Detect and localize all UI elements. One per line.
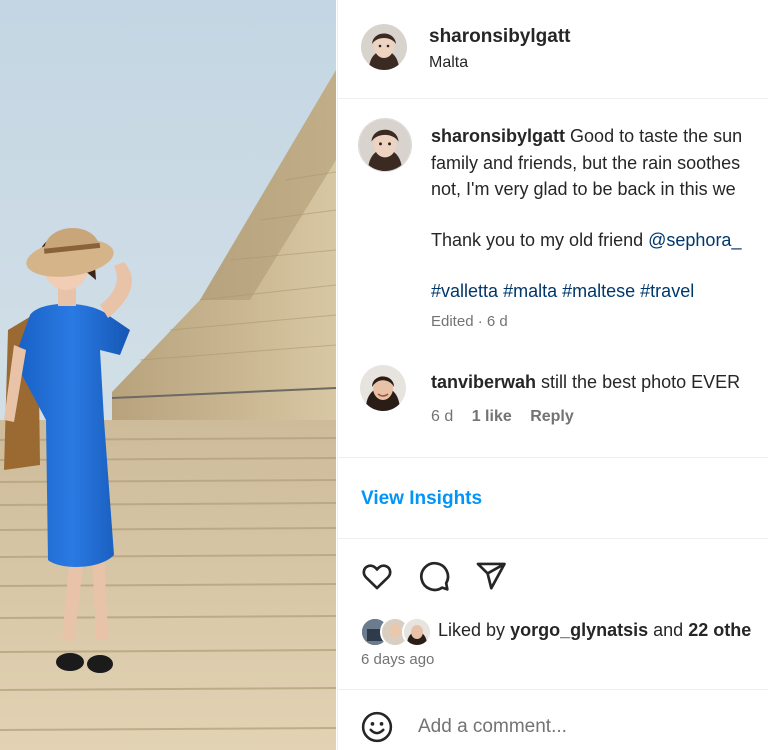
caption-avatar[interactable]	[358, 118, 412, 172]
caption-mention-link[interactable]: @sephora_	[648, 230, 741, 250]
hashtag-link[interactable]: #maltese	[562, 281, 635, 301]
header-avatar[interactable]	[361, 24, 407, 70]
caption-hashtags: #valletta #malta #maltese #travel	[431, 279, 694, 303]
comment-text: still the best photo EVER	[541, 372, 741, 392]
liked-by-user-link[interactable]: yorgo_glynatsis	[510, 620, 648, 640]
liked-by-prefix: Liked by	[438, 620, 506, 640]
caption-username[interactable]: sharonsibylgatt	[431, 126, 565, 146]
header-username[interactable]: sharonsibylgatt	[429, 26, 570, 48]
footer-divider	[338, 689, 768, 690]
caption-text-2: family and friends, but the rain soothes	[431, 153, 741, 173]
liked-by-and: and	[653, 620, 684, 640]
liker-avatars[interactable]	[360, 617, 434, 647]
hashtag-link[interactable]: #malta	[503, 281, 557, 301]
post-timestamp[interactable]: 6 days ago	[361, 651, 434, 668]
caption-line-1: sharonsibylgatt Good to taste the sun	[431, 124, 742, 148]
commenter-avatar[interactable]	[360, 365, 406, 411]
add-comment-input[interactable]	[418, 712, 758, 742]
post-details-panel: sharonsibylgatt Malta sharonsibylgatt Go…	[337, 0, 768, 750]
comment-username[interactable]: tanviberwah	[431, 372, 536, 392]
caption-edited-time: Edited · 6 d	[431, 313, 508, 330]
comment-likes-link[interactable]: 1 like	[472, 408, 512, 425]
caption-text-1: Good to taste the sun	[570, 126, 743, 146]
comment-bubble-icon[interactable]	[417, 559, 451, 593]
comments-divider	[338, 457, 768, 458]
caption-text-3: not, I'm very glad to be back in this we	[431, 179, 736, 199]
comment-line: tanviberwah still the best photo EVER	[431, 370, 740, 394]
liked-by-line: Liked by yorgo_glynatsis and 22 othe	[438, 620, 751, 641]
hashtag-link[interactable]: #travel	[640, 281, 694, 301]
comment-time: 6 d	[431, 408, 454, 425]
caption-thanks-line: Thank you to my old friend @sephora_	[431, 228, 741, 252]
header-location[interactable]: Malta	[429, 54, 468, 72]
heart-icon[interactable]	[360, 559, 394, 593]
view-insights-link[interactable]: View Insights	[361, 488, 482, 510]
insights-divider	[338, 538, 768, 539]
caption-thanks-text: Thank you to my old friend	[431, 230, 644, 250]
liked-by-others-link[interactable]: 22 othe	[688, 620, 751, 640]
hashtag-link[interactable]: #valletta	[431, 281, 498, 301]
comment-reply-button[interactable]: Reply	[530, 408, 574, 425]
paper-plane-icon[interactable]	[474, 559, 508, 593]
header-divider	[338, 98, 768, 99]
smiley-icon[interactable]	[360, 710, 394, 744]
comment-meta: 6 d 1 like Reply	[431, 408, 588, 426]
post-photo[interactable]	[0, 0, 336, 750]
liker-avatar	[402, 617, 432, 647]
